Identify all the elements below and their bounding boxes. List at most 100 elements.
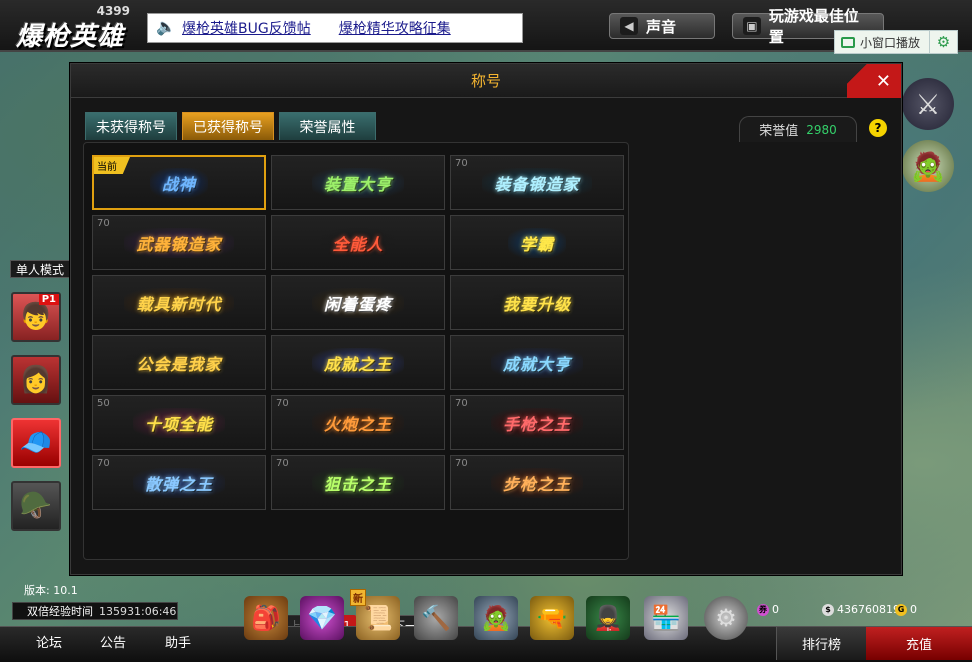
nav-announcement[interactable]: 公告 [100,632,126,651]
ammo-icon[interactable]: 🔫 [530,596,574,640]
title-name: 武器锻造家 [124,227,234,258]
title-name: 成就之王 [311,347,404,378]
honor-value: 2980 [806,122,837,137]
sound-icon: ◀ [620,17,638,35]
title-name: 战神 [149,167,208,198]
honor-value-display: 荣誉值 2980 [739,116,857,142]
title-name: 火炮之王 [311,407,404,438]
title-card[interactable]: 50 十项全能 [92,395,266,450]
position-icon: ▣ [743,17,761,35]
title-name: 成就大亨 [490,347,583,378]
crossed-guns-icon[interactable]: ⚔ [902,78,954,130]
titles-panel: 当前 战神 装置大亨 70 装备锻造家 70 武器锻造家 全能人 学霸 载具新时代 闲着蛋疼 我要升级… [83,142,629,635]
title-card[interactable]: 70 手枪之王 [450,395,624,450]
token-value: 0 [772,603,779,616]
title-card[interactable]: 70 武器锻造家 [92,215,266,270]
nav-assistant[interactable]: 助手 [165,632,191,651]
exp-value: 135931:06:46 [99,604,177,618]
player-avatar-4[interactable]: 🪖 [11,481,61,531]
shop-icon[interactable]: 🏪 [644,596,688,640]
tab-unobtained[interactable]: 未获得称号 [85,112,177,140]
tab-obtained[interactable]: 已获得称号 [182,112,274,140]
mini-play-label: 小窗口播放 [860,35,921,50]
titles-grid: 当前 战神 装置大亨 70 装备锻造家 70 武器锻造家 全能人 学霸 载具新时代 闲着蛋疼 我要升级… [92,155,624,510]
close-button[interactable]: ✕ [847,64,901,98]
gem-icon[interactable]: 💎 [300,596,344,640]
title-card[interactable]: 70 步枪之王 [450,455,624,510]
sound-button[interactable]: ◀ 声音 [609,13,715,39]
gold-currency: G 0 [895,603,917,616]
player-avatar-2[interactable]: 👩 [11,355,61,405]
title-card[interactable]: 装置大亨 [271,155,445,210]
title-name: 散弹之王 [132,467,225,498]
dialog-title: 称号 [470,72,501,90]
title-card[interactable]: 全能人 [271,215,445,270]
title-level: 70 [455,458,468,469]
backpack-icon[interactable]: 🎒 [244,596,288,640]
title-level: 70 [276,458,289,469]
honor-label: 荣誉值 [759,124,799,139]
title-card[interactable]: 成就大亨 [450,335,624,390]
speaker-icon: 🔈 [156,17,176,36]
title-name: 狙击之王 [311,467,404,498]
title-card[interactable]: 公会是我家 [92,335,266,390]
title-level: 70 [97,218,110,229]
notice-link-guide[interactable]: 爆枪精华攻略征集 [339,18,451,38]
notice-bar: 🔈 爆枪英雄BUG反馈帖 爆枪精华攻略征集 [147,13,523,43]
dialog-header: 称号 [71,64,901,98]
help-icon[interactable]: ? [869,119,887,137]
title-level: 50 [97,398,110,409]
ranking-button[interactable]: 排行榜 [776,627,866,660]
notice-link-bug[interactable]: 爆枪英雄BUG反馈帖 [182,18,311,38]
gear-icon[interactable]: ⚙ [929,31,957,53]
title-card[interactable]: 载具新时代 [92,275,266,330]
title-name: 十项全能 [132,407,225,438]
p1-badge: P1 [38,294,59,305]
gold-value: 0 [910,603,917,616]
player-avatar-1[interactable]: 👦 P1 [11,292,61,342]
title-dialog: 称号 ✕ 未获得称号 已获得称号 荣誉属性 荣誉值 2980 ? 当前 战神 装置大… [70,63,902,635]
single-mode-label: 单人模式 [10,260,70,278]
title-name: 闲着蛋疼 [311,287,404,318]
title-level: 70 [276,398,289,409]
soldier-icon[interactable]: 💂 [586,596,630,640]
title-name: 步枪之王 [490,467,583,498]
title-level: 70 [455,398,468,409]
settings-gear-icon[interactable]: ⚙ [704,596,748,640]
title-card[interactable]: 70 装备锻造家 [450,155,624,210]
mini-window-play-button[interactable]: 小窗口播放 ⚙ [834,30,958,54]
player-avatar-3[interactable]: 🧢 [11,418,61,468]
current-tag: 当前 [94,157,130,174]
recharge-button[interactable]: 充值 [866,627,972,660]
title-card[interactable]: 70 散弹之王 [92,455,266,510]
new-badge: 新 [350,589,366,606]
zombie-head-icon[interactable]: 🧟 [474,596,518,640]
silver-coin-icon: $ [822,603,834,616]
title-card[interactable]: 学霸 [450,215,624,270]
title-card[interactable]: 我要升级 [450,275,624,330]
title-name: 公会是我家 [124,347,234,378]
title-card[interactable]: 70 狙击之王 [271,455,445,510]
title-card[interactable]: 70 火炮之王 [271,395,445,450]
title-name: 装备锻造家 [482,167,592,198]
version-label: 版本: 10.1 [24,584,78,597]
title-name: 学霸 [507,227,566,258]
hammer-icon[interactable]: 🔨 [414,596,458,640]
logo-name: 爆枪英雄 [16,22,125,52]
nav-forum[interactable]: 论坛 [36,632,62,651]
top-bar: 4399 爆枪英雄 🔈 爆枪英雄BUG反馈帖 爆枪精华攻略征集 ◀ 声音 ▣ 玩… [0,0,972,52]
zombie-graduate-icon[interactable]: 🧟 [902,140,954,192]
title-card[interactable]: 当前战神 [92,155,266,210]
title-level: 70 [455,158,468,169]
title-card[interactable]: 闲着蛋疼 [271,275,445,330]
title-name: 载具新时代 [124,287,234,318]
sound-label: 声音 [646,17,677,36]
tv-icon [841,36,855,48]
title-name: 全能人 [320,227,396,258]
exp-label: 双倍经验时间 [27,605,93,618]
title-name: 手枪之王 [490,407,583,438]
token-currency: 券 0 [757,603,779,616]
title-card[interactable]: 成就之王 [271,335,445,390]
double-exp-bar: 双倍经验时间 135931:06:46 [12,602,178,620]
tab-honor-attributes[interactable]: 荣誉属性 [279,112,376,140]
